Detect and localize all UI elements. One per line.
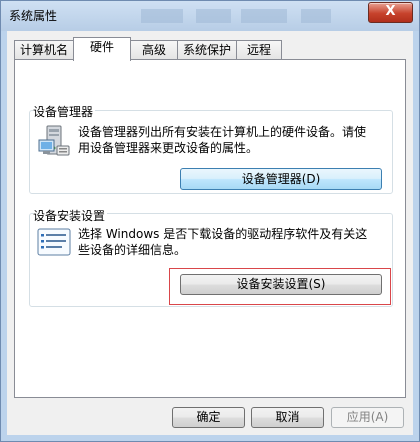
tab-remote[interactable]: 远程 xyxy=(236,40,282,60)
tab-label: 高级 xyxy=(141,43,166,57)
close-icon: X xyxy=(385,4,396,19)
tab-label: 计算机名 xyxy=(19,43,68,57)
device-manager-button[interactable]: 设备管理器(D) xyxy=(180,168,382,190)
blurred-titlebar-area xyxy=(141,9,183,23)
device-manager-heading: 设备管理器 xyxy=(33,103,96,120)
button-label: 取消 xyxy=(275,410,300,424)
checklist-icon xyxy=(37,228,71,256)
blurred-titlebar-area xyxy=(241,9,287,23)
description-line: 些设备的详细信息。 xyxy=(78,243,187,257)
window-title: 系统属性 xyxy=(9,9,58,23)
tab-label: 系统保护 xyxy=(182,43,231,57)
device-installation-heading: 设备安装设置 xyxy=(33,207,108,224)
blurred-titlebar-area xyxy=(196,9,231,23)
device-manager-icon xyxy=(38,125,70,156)
button-label: 设备安装设置(S) xyxy=(236,277,326,291)
description-line: 用设备管理器来更改设备的属性。 xyxy=(78,141,259,155)
button-label: 设备管理器(D) xyxy=(241,172,321,186)
tab-hardware[interactable]: 硬件 xyxy=(73,37,131,61)
system-properties-window: 系统属性 X 计算机名 硬件 高级 系统保护 远程 设备管理器 设备管理器列出所… xyxy=(0,0,420,442)
button-label: 确定 xyxy=(196,410,221,424)
tab-label: 硬件 xyxy=(89,40,114,54)
hardware-tab-panel: 设备管理器 设备管理器列出所有安装在计算机上的硬件设备。请使 用设备管理器来更改… xyxy=(14,59,406,398)
cancel-button[interactable]: 取消 xyxy=(251,407,324,428)
tab-system-protection[interactable]: 系统保护 xyxy=(177,40,237,60)
device-installation-description: 选择 Windows 是否下载设备的驱动程序软件及有关这 些设备的详细信息。 xyxy=(78,226,367,258)
close-button[interactable]: X xyxy=(368,2,413,23)
blurred-titlebar-area xyxy=(301,9,331,23)
button-label: 应用(A) xyxy=(346,410,389,424)
device-manager-description: 设备管理器列出所有安装在计算机上的硬件设备。请使 用设备管理器来更改设备的属性。 xyxy=(78,124,366,156)
description-line: 选择 Windows 是否下载设备的驱动程序软件及有关这 xyxy=(78,227,368,241)
tab-label: 远程 xyxy=(246,43,271,57)
apply-button[interactable]: 应用(A) xyxy=(331,407,404,428)
tab-advanced[interactable]: 高级 xyxy=(130,40,178,60)
device-installation-settings-button[interactable]: 设备安装设置(S) xyxy=(180,274,382,295)
ok-button[interactable]: 确定 xyxy=(172,407,245,428)
tab-computer-name[interactable]: 计算机名 xyxy=(14,40,74,60)
client-area: 计算机名 硬件 高级 系统保护 远程 设备管理器 设备管理器列出所有安装在计算机… xyxy=(7,31,413,435)
description-line: 设备管理器列出所有安装在计算机上的硬件设备。请使 xyxy=(78,125,367,139)
title-bar[interactable]: 系统属性 X xyxy=(1,1,419,31)
